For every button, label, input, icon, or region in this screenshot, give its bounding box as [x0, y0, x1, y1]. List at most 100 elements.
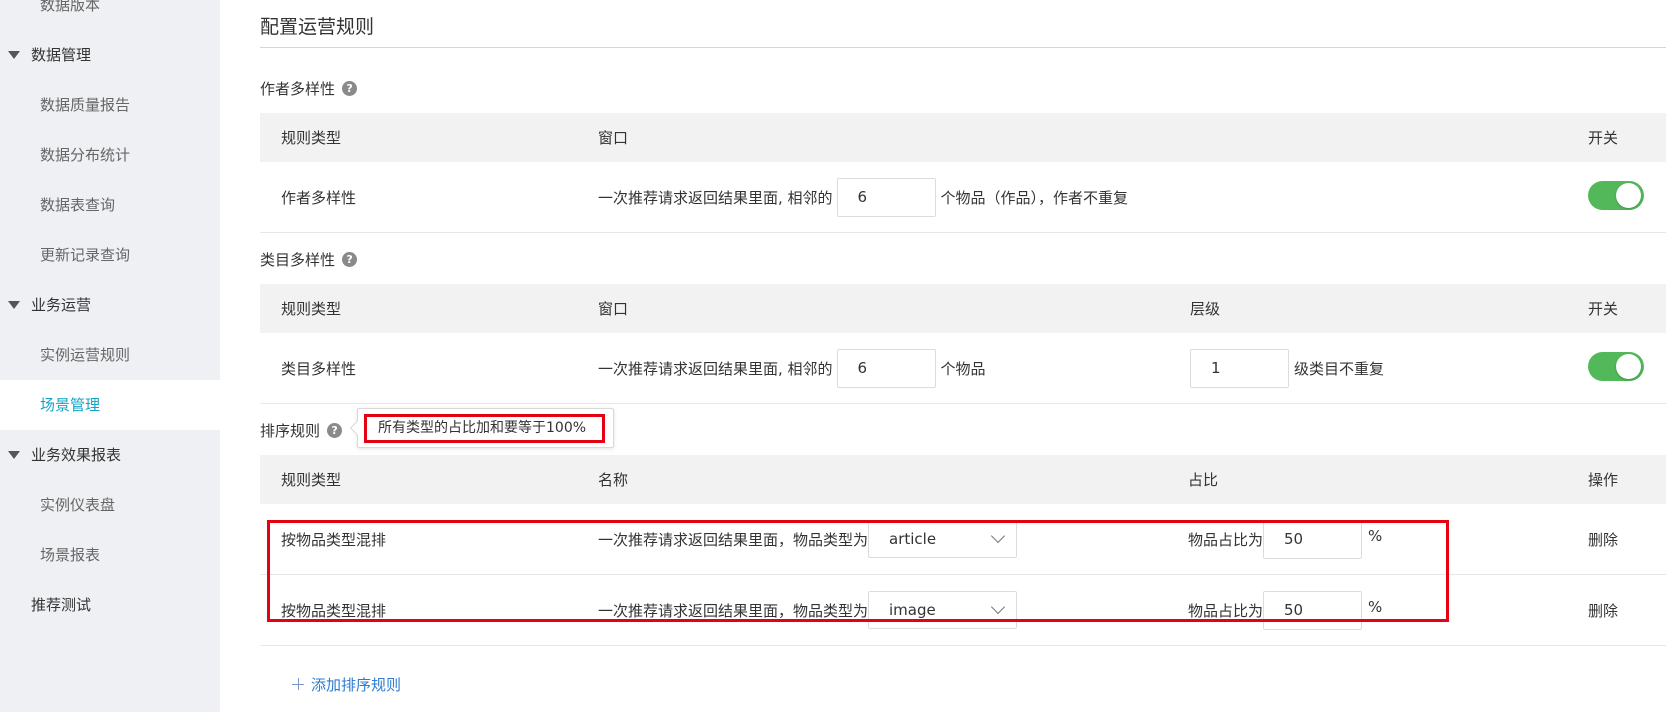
table-row: 作者多样性 一次推荐请求返回结果里面, 相邻的 个物品（作品），作者不重复 [260, 162, 1666, 233]
name-cell: 一次推荐请求返回结果里面，物品类型为 article [598, 504, 1018, 574]
add-sort-rule-button[interactable]: 添加排序规则 [292, 672, 401, 696]
category-diversity-table: 规则类型 窗口 层级 开关 类目多样性 一次推荐请求返回结果里面, 相邻的 个物… [260, 284, 1666, 404]
column-header-rule-type: 规则类型 [281, 300, 342, 318]
name-cell: 一次推荐请求返回结果里面，物品类型为 image [598, 575, 1018, 645]
section-title: 作者多样性 [260, 79, 336, 98]
column-header-action: 操作 [1588, 471, 1619, 489]
sidebar-item-label: 数据表查询 [40, 196, 116, 214]
caret-down-icon [8, 51, 20, 59]
column-header-rule-type: 规则类型 [281, 471, 342, 489]
ranking-rules-table: 规则类型 名称 占比 操作 按物品类型混排 一次推荐请求返回结果里面，物品类型为… [260, 455, 1666, 646]
name-prefix-text: 一次推荐请求返回结果里面，物品类型为 [598, 530, 869, 549]
rule-type-cell: 按物品类型混排 [281, 601, 387, 620]
delete-button[interactable]: 删除 [1588, 529, 1618, 550]
caret-down-icon [8, 301, 20, 309]
name-prefix-text: 一次推荐请求返回结果里面，物品类型为 [598, 601, 869, 620]
sidebar-nav: 数据版本 数据管理 数据质量报告 数据分布统计 数据表查询 更新记录查询 业务运… [0, 0, 220, 712]
author-diversity-table: 规则类型 窗口 开关 作者多样性 一次推荐请求返回结果里面, 相邻的 个物品（作… [260, 113, 1666, 233]
window-text-before: 一次推荐请求返回结果里面, 相邻的 [598, 359, 833, 378]
chevron-down-icon [990, 528, 1006, 544]
rule-type-cell: 作者多样性 [281, 188, 357, 207]
delete-button[interactable]: 删除 [1588, 600, 1618, 621]
action-cell: 删除 [1588, 575, 1618, 645]
ratio-tooltip: 所有类型的占比加和要等于100% [349, 408, 614, 448]
sidebar-item-instance-dashboard[interactable]: 实例仪表盘 [0, 480, 220, 530]
question-circle-icon[interactable] [342, 80, 358, 96]
sidebar-item-data-quality-report[interactable]: 数据质量报告 [0, 80, 220, 130]
window-text-after: 个物品（作品），作者不重复 [940, 188, 1129, 207]
sidebar-group-business-operations[interactable]: 业务运营 [0, 280, 220, 330]
column-header-window: 窗口 [598, 129, 629, 147]
level-cell: 级类目不重复 [1190, 333, 1384, 403]
sidebar-item-data-distribution-stats[interactable]: 数据分布统计 [0, 130, 220, 180]
section-category-diversity: 类目多样性 [260, 248, 358, 270]
column-header-ratio: 占比 [1188, 471, 1219, 489]
item-type-value: image [889, 601, 936, 619]
table-row: 按物品类型混排 一次推荐请求返回结果里面，物品类型为 image 物品占比为 %… [260, 575, 1666, 646]
sidebar-item-scene-report[interactable]: 场景报表 [0, 530, 220, 580]
sidebar-item-label: 实例仪表盘 [40, 496, 116, 514]
tooltip-arrow [349, 420, 365, 436]
category-diversity-switch[interactable] [1588, 352, 1644, 381]
item-type-select[interactable]: image [868, 591, 1018, 629]
ratio-input[interactable] [1263, 590, 1363, 630]
sidebar-item-data-version[interactable]: 数据版本 [0, 0, 220, 30]
sidebar-item-data-table-query[interactable]: 数据表查询 [0, 180, 220, 230]
sidebar-item-label: 实例运营规则 [40, 346, 131, 364]
sidebar-item-label: 推荐测试 [31, 596, 92, 614]
item-type-value: article [889, 530, 937, 548]
item-type-select[interactable]: article [868, 520, 1018, 558]
question-circle-icon[interactable] [342, 251, 358, 267]
title-divider [260, 47, 1666, 48]
table-header-row: 规则类型 名称 占比 操作 [260, 455, 1666, 504]
sidebar-item-label: 场景报表 [40, 546, 101, 564]
sidebar-item-label: 场景管理 [40, 396, 101, 414]
switch-knob [1616, 354, 1641, 379]
ratio-input[interactable] [1263, 519, 1363, 559]
rule-type-cell: 按物品类型混排 [281, 530, 387, 549]
question-circle-icon[interactable] [327, 422, 343, 438]
sidebar-item-label: 更新记录查询 [40, 246, 131, 264]
window-size-input[interactable] [836, 177, 936, 217]
window-cell: 一次推荐请求返回结果里面, 相邻的 个物品（作品），作者不重复 [598, 162, 1128, 232]
add-sort-rule-label: 添加排序规则 [311, 675, 402, 694]
section-ranking-rules: 排序规则 [260, 419, 343, 441]
chevron-down-icon [990, 599, 1006, 615]
sidebar-item-scene-management[interactable]: 场景管理 [0, 380, 220, 430]
window-text-after: 个物品 [940, 359, 986, 378]
table-row: 类目多样性 一次推荐请求返回结果里面, 相邻的 个物品 级类目不重复 [260, 333, 1666, 404]
category-level-input[interactable] [1190, 348, 1289, 388]
caret-down-icon [8, 451, 20, 459]
sidebar-menu: 数据版本 数据管理 数据质量报告 数据分布统计 数据表查询 更新记录查询 业务运… [0, 0, 220, 630]
sidebar-item-label: 数据管理 [31, 46, 92, 64]
column-header-level: 层级 [1190, 300, 1221, 318]
ratio-cell: 物品占比为 % [1188, 504, 1382, 574]
column-header-rule-type: 规则类型 [281, 129, 342, 147]
ratio-unit: % [1368, 598, 1383, 616]
main-content: 配置运营规则 作者多样性 规则类型 窗口 开关 作者多样性 一次推荐请求返回结果… [220, 0, 1666, 712]
sidebar-item-update-record-query[interactable]: 更新记录查询 [0, 230, 220, 280]
sidebar-item-label: 业务效果报表 [31, 446, 122, 464]
sidebar-item-label: 数据版本 [40, 0, 101, 14]
column-header-switch: 开关 [1588, 300, 1619, 318]
sidebar-item-label: 数据质量报告 [40, 96, 131, 114]
author-diversity-switch[interactable] [1588, 181, 1644, 210]
ratio-cell: 物品占比为 % [1188, 575, 1382, 645]
ratio-prefix-text: 物品占比为 [1188, 601, 1264, 620]
window-size-input[interactable] [836, 348, 936, 388]
column-header-window: 窗口 [598, 300, 629, 318]
section-author-diversity: 作者多样性 [260, 77, 358, 99]
sidebar-group-data-management[interactable]: 数据管理 [0, 30, 220, 80]
section-title: 排序规则 [260, 421, 321, 440]
sidebar-group-business-effect-reports[interactable]: 业务效果报表 [0, 430, 220, 480]
sidebar-item-label: 业务运营 [31, 296, 92, 314]
sidebar-item-recommendation-test[interactable]: 推荐测试 [0, 580, 220, 630]
sidebar-item-instance-operation-rules[interactable]: 实例运营规则 [0, 330, 220, 380]
table-header-row: 规则类型 窗口 开关 [260, 113, 1666, 162]
plus-icon [292, 678, 304, 690]
rule-type-cell: 类目多样性 [281, 359, 357, 378]
table-header-row: 规则类型 窗口 层级 开关 [260, 284, 1666, 333]
column-header-switch: 开关 [1588, 129, 1619, 147]
table-row: 按物品类型混排 一次推荐请求返回结果里面，物品类型为 article 物品占比为… [260, 504, 1666, 575]
column-header-name: 名称 [598, 471, 629, 489]
